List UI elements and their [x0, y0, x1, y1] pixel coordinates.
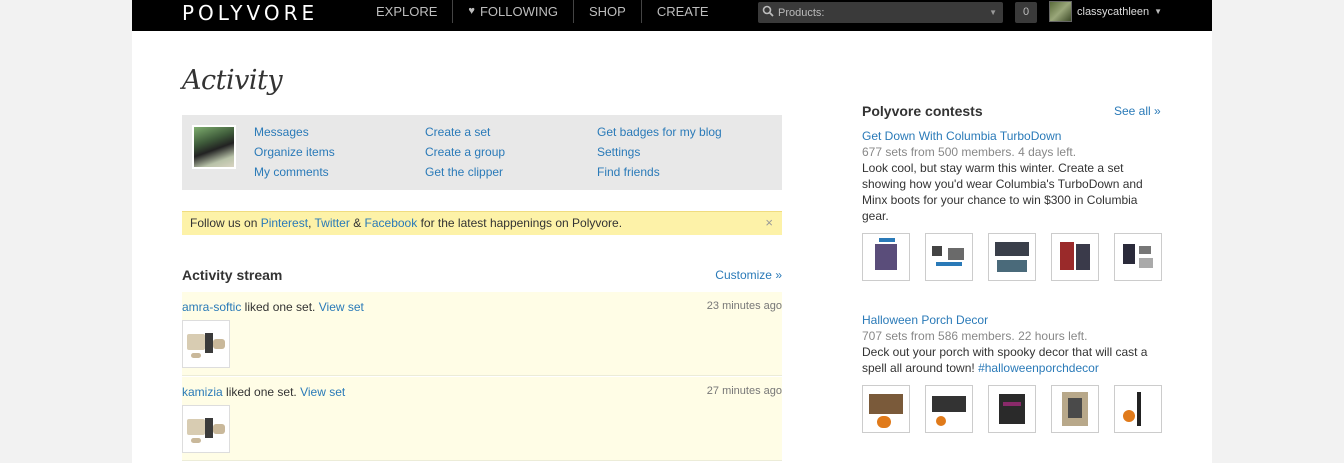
contest-set-thumbnail[interactable]: [988, 233, 1036, 281]
contest-thumbnails: [862, 233, 1167, 281]
chevron-down-icon[interactable]: ▼: [989, 8, 1003, 17]
quick-links-col-1: Messages Organize items My comments: [254, 124, 335, 180]
customize-link[interactable]: Customize »: [715, 268, 782, 282]
contest-thumbnails: [862, 385, 1167, 433]
link-settings[interactable]: Settings: [597, 144, 722, 160]
contest-item: Get Down With Columbia TurboDown 677 set…: [862, 128, 1167, 281]
search-input[interactable]: Products: ▼: [758, 2, 1003, 23]
nav-explore-label: EXPLORE: [376, 4, 438, 19]
search-category-select[interactable]: Products:: [778, 7, 989, 19]
activity-item: amra-softic liked one set. View set 23 m…: [182, 292, 782, 376]
page-title: Activity: [182, 65, 283, 96]
nav-shop-label: SHOP: [588, 4, 626, 19]
activity-time: 23 minutes ago: [706, 300, 782, 312]
link-create-group[interactable]: Create a group: [425, 144, 505, 160]
link-get-clipper[interactable]: Get the clipper: [425, 164, 505, 180]
activity-action: liked one set.: [241, 300, 319, 314]
main-nav: EXPLORE ♥ FOLLOWING SHOP CREATE: [361, 0, 724, 31]
activity-stream-heading: Activity stream: [182, 267, 283, 283]
contest-set-thumbnail[interactable]: [925, 233, 973, 281]
page-content: Activity Messages Organize items My comm…: [132, 31, 1212, 463]
avatar: [1049, 1, 1072, 22]
contest-set-thumbnail[interactable]: [1051, 385, 1099, 433]
follow-suffix: for the latest happenings on Polyvore.: [417, 216, 623, 230]
activity-user-link[interactable]: kamizia: [182, 385, 223, 399]
activity-item: kamizia liked one set. View set 27 minut…: [182, 377, 782, 461]
nav-explore[interactable]: EXPLORE: [361, 0, 454, 23]
set-thumbnail[interactable]: [182, 405, 230, 453]
follow-prefix: Follow us on: [190, 216, 261, 230]
link-twitter[interactable]: Twitter: [315, 216, 350, 230]
contest-item: Halloween Porch Decor 707 sets from 586 …: [862, 312, 1167, 433]
close-icon[interactable]: ×: [765, 212, 773, 234]
caret-down-icon: ▼: [1154, 7, 1163, 16]
username: classycathleen: [1077, 5, 1150, 18]
link-get-badges[interactable]: Get badges for my blog: [597, 124, 722, 140]
link-find-friends[interactable]: Find friends: [597, 164, 722, 180]
contest-set-thumbnail[interactable]: [862, 233, 910, 281]
contest-description: Look cool, but stay warm this winter. Cr…: [862, 161, 1143, 223]
link-facebook[interactable]: Facebook: [365, 216, 418, 230]
top-navigation-bar: POLYVORE EXPLORE ♥ FOLLOWING SHOP CREATE …: [132, 0, 1212, 31]
activity-user-link[interactable]: amra-softic: [182, 300, 241, 314]
contest-description: Deck out your porch with spooky decor th…: [862, 344, 1167, 376]
contest-set-thumbnail[interactable]: [988, 385, 1036, 433]
see-all-link[interactable]: See all »: [1114, 104, 1161, 118]
contest-set-thumbnail[interactable]: [925, 385, 973, 433]
link-create-set[interactable]: Create a set: [425, 124, 505, 140]
follow-amp: &: [349, 216, 365, 230]
activity-stream-header: Activity stream Customize »: [182, 267, 782, 283]
follow-us-banner: Follow us on Pinterest, Twitter & Facebo…: [182, 211, 782, 235]
nav-shop[interactable]: SHOP: [574, 0, 642, 23]
contest-set-thumbnail[interactable]: [1051, 233, 1099, 281]
nav-create[interactable]: CREATE: [642, 0, 724, 23]
activity-action: liked one set.: [222, 385, 301, 399]
contest-meta: 707 sets from 586 members. 22 hours left…: [862, 329, 1088, 343]
user-menu[interactable]: classycathleen ▼: [1049, 1, 1162, 22]
heart-icon: ♥: [468, 5, 475, 17]
notification-count[interactable]: 0: [1015, 2, 1037, 23]
contest-title-link[interactable]: Halloween Porch Decor: [862, 312, 1167, 328]
quick-links-panel: Messages Organize items My comments Crea…: [182, 115, 782, 190]
contest-title-link[interactable]: Get Down With Columbia TurboDown: [862, 128, 1167, 144]
contest-set-thumbnail[interactable]: [1114, 233, 1162, 281]
view-set-link[interactable]: View set: [319, 300, 364, 314]
quick-links-col-2: Create a set Create a group Get the clip…: [425, 124, 505, 180]
contest-set-thumbnail[interactable]: [1114, 385, 1162, 433]
link-messages[interactable]: Messages: [254, 124, 335, 140]
nav-create-label: CREATE: [656, 4, 709, 19]
contest-set-thumbnail[interactable]: [862, 385, 910, 433]
set-thumbnail[interactable]: [182, 320, 230, 368]
profile-avatar[interactable]: [192, 125, 236, 169]
view-set-link[interactable]: View set: [300, 385, 345, 399]
link-my-comments[interactable]: My comments: [254, 164, 335, 180]
polyvore-logo[interactable]: POLYVORE: [182, 1, 318, 25]
activity-text: kamizia liked one set. View set: [182, 385, 345, 399]
link-organize-items[interactable]: Organize items: [254, 144, 335, 160]
contests-heading: Polyvore contests: [862, 103, 983, 119]
contest-meta: 677 sets from 500 members. 4 days left.: [862, 145, 1077, 159]
quick-links-col-3: Get badges for my blog Settings Find fri…: [597, 124, 722, 180]
link-pinterest[interactable]: Pinterest: [261, 216, 308, 230]
hashtag-link[interactable]: #halloweenporchdecor: [978, 361, 1099, 375]
nav-following-label: FOLLOWING: [479, 4, 558, 19]
activity-time: 27 minutes ago: [706, 385, 782, 397]
nav-following[interactable]: ♥ FOLLOWING: [453, 0, 574, 23]
activity-text: amra-softic liked one set. View set: [182, 300, 364, 314]
search-icon: [758, 5, 778, 20]
